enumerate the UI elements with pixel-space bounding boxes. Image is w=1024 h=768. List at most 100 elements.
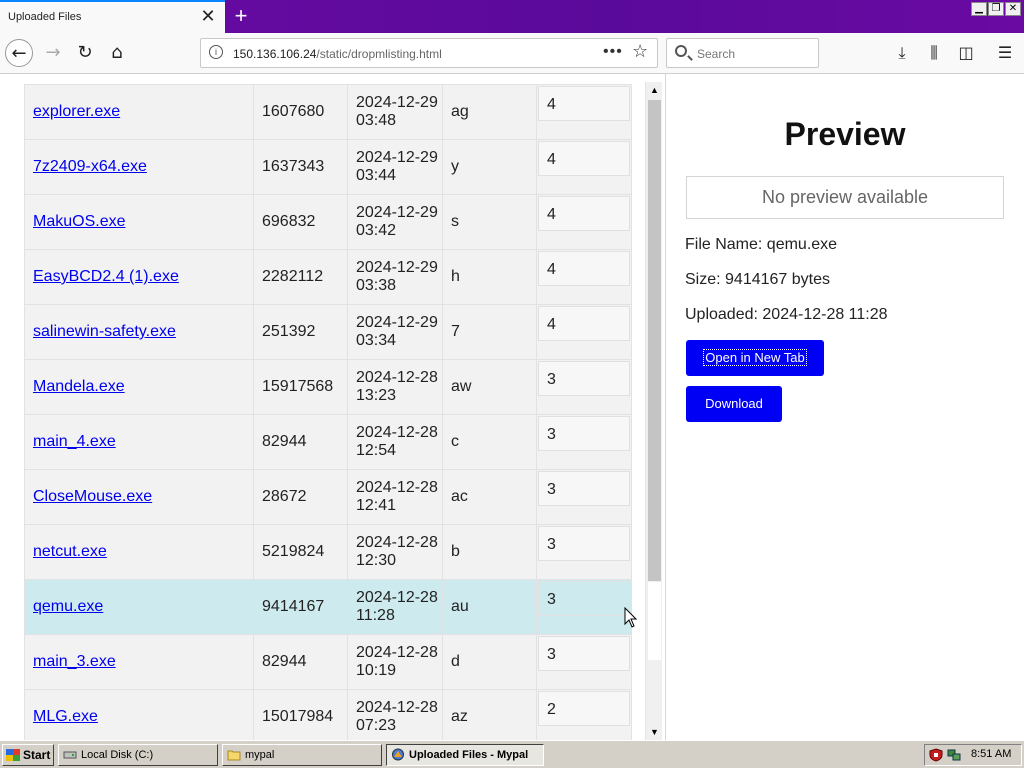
task-uploaded-files-mypal[interactable]: Uploaded Files - Mypal bbox=[386, 744, 544, 766]
home-icon[interactable]: ⌂ bbox=[103, 39, 131, 67]
file-name-cell: Mandela.exe bbox=[24, 359, 254, 415]
url-host: 150.136.106.24 bbox=[233, 47, 317, 61]
file-link[interactable]: CloseMouse.exe bbox=[33, 488, 152, 505]
count-input[interactable]: 4 bbox=[538, 251, 630, 286]
file-link[interactable]: Mandela.exe bbox=[33, 378, 125, 395]
task-label-local-disk: Local Disk (C:) bbox=[81, 749, 154, 761]
count-input[interactable]: 4 bbox=[538, 141, 630, 176]
back-arrow-icon[interactable]: ← bbox=[5, 39, 33, 67]
file-link[interactable]: explorer.exe bbox=[33, 103, 120, 120]
file-date: 2024-12-28 bbox=[356, 424, 438, 441]
download-icon[interactable]: ⤓ bbox=[889, 39, 915, 67]
scrollbar-track[interactable] bbox=[648, 582, 661, 660]
file-list-panel: explorer.exe 1607680 2024-12-29 03:48 ag 4 7z2… bbox=[0, 74, 665, 740]
count-input[interactable]: 3 bbox=[538, 361, 630, 396]
file-link[interactable]: EasyBCD2.4 (1).exe bbox=[33, 268, 179, 285]
table-row[interactable]: CloseMouse.exe 28672 2024-12-28 12:41 ac 3 bbox=[24, 469, 632, 525]
file-link[interactable]: netcut.exe bbox=[33, 543, 107, 560]
mouse-cursor-icon bbox=[624, 607, 638, 628]
file-date-cell: 2024-12-29 03:44 bbox=[347, 139, 443, 195]
library-icon[interactable]: ⫼ bbox=[921, 39, 947, 67]
table-row[interactable]: main_4.exe 82944 2024-12-28 12:54 c 3 bbox=[24, 414, 632, 470]
open-in-new-tab-label: Open in New Tab bbox=[703, 349, 807, 366]
file-date-cell: 2024-12-29 03:48 bbox=[347, 84, 443, 140]
task-local-disk[interactable]: Local Disk (C:) bbox=[58, 744, 218, 766]
file-date-cell: 2024-12-29 03:38 bbox=[347, 249, 443, 305]
reload-icon[interactable]: ↻ bbox=[71, 39, 99, 67]
count-input[interactable]: 4 bbox=[538, 86, 630, 121]
table-row[interactable]: salinewin-safety.exe 251392 2024-12-29 03:3… bbox=[24, 304, 632, 360]
restore-icon[interactable]: ❐ bbox=[988, 2, 1004, 16]
forward-arrow-icon[interactable]: → bbox=[39, 39, 67, 67]
file-date-cell: 2024-12-28 12:30 bbox=[347, 524, 443, 580]
count-input[interactable]: 3 bbox=[538, 581, 630, 616]
table-row[interactable]: MakuOS.exe 696832 2024-12-29 03:42 s 4 bbox=[24, 194, 632, 250]
system-tray: 8:51 AM bbox=[924, 744, 1022, 766]
file-link[interactable]: main_3.exe bbox=[33, 653, 116, 670]
menu-icon[interactable]: ☰ bbox=[992, 39, 1018, 67]
download-button[interactable]: Download bbox=[686, 386, 782, 422]
file-name-info: File Name: qemu.exe bbox=[685, 236, 838, 253]
close-tab-icon[interactable]: ✕ bbox=[198, 6, 218, 26]
file-count-cell: 3 bbox=[536, 469, 632, 525]
file-date-cell: 2024-12-28 07:23 bbox=[347, 689, 443, 740]
page-actions-icon[interactable]: ••• bbox=[603, 43, 623, 61]
file-link[interactable]: 7z2409-x64.exe bbox=[33, 158, 147, 175]
file-name-cell: main_4.exe bbox=[24, 414, 254, 470]
network-icon[interactable] bbox=[947, 748, 961, 762]
file-date: 2024-12-28 bbox=[356, 534, 438, 551]
file-time: 03:38 bbox=[356, 277, 397, 294]
url-text[interactable]: 150.136.106.24/static/dropmlisting.html bbox=[233, 47, 442, 61]
open-in-new-tab-button[interactable]: Open in New Tab bbox=[686, 340, 824, 376]
tab-uploaded-files[interactable]: Uploaded Files ✕ bbox=[0, 0, 225, 33]
file-code-cell: d bbox=[442, 634, 537, 690]
table-row[interactable]: 7z2409-x64.exe 1637343 2024-12-29 03:44 y 4 bbox=[24, 139, 632, 195]
table-row[interactable]: main_3.exe 82944 2024-12-28 10:19 d 3 bbox=[24, 634, 632, 690]
security-shield-icon[interactable] bbox=[929, 748, 943, 762]
file-time: 03:48 bbox=[356, 112, 397, 129]
count-input[interactable]: 4 bbox=[538, 196, 630, 231]
url-bar[interactable]: i 150.136.106.24/static/dropmlisting.htm… bbox=[200, 38, 658, 68]
table-row[interactable]: netcut.exe 5219824 2024-12-28 12:30 b 3 bbox=[24, 524, 632, 580]
table-row[interactable]: explorer.exe 1607680 2024-12-29 03:48 ag 4 bbox=[24, 84, 632, 140]
table-row[interactable]: qemu.exe 9414167 2024-12-28 11:28 au 3 bbox=[24, 579, 632, 635]
file-date: 2024-12-28 bbox=[356, 369, 438, 386]
info-icon[interactable]: i bbox=[209, 45, 223, 59]
start-button[interactable]: Start bbox=[2, 744, 54, 766]
table-row[interactable]: MLG.exe 15017984 2024-12-28 07:23 az 2 bbox=[24, 689, 632, 740]
file-date: 2024-12-29 bbox=[356, 314, 438, 331]
file-size-cell: 696832 bbox=[253, 194, 348, 250]
scroll-down-arrow-icon[interactable]: ▼ bbox=[646, 724, 663, 740]
count-input[interactable]: 3 bbox=[538, 636, 630, 671]
file-link[interactable]: qemu.exe bbox=[33, 598, 103, 615]
scrollbar-thumb[interactable] bbox=[648, 100, 661, 581]
count-input[interactable]: 2 bbox=[538, 691, 630, 726]
file-link[interactable]: MakuOS.exe bbox=[33, 213, 125, 230]
file-count-cell: 4 bbox=[536, 304, 632, 360]
count-input[interactable]: 3 bbox=[538, 471, 630, 506]
file-date-cell: 2024-12-28 12:54 bbox=[347, 414, 443, 470]
task-mypal-folder[interactable]: mypal bbox=[222, 744, 382, 766]
sidebar-icon[interactable]: ◫ bbox=[953, 39, 979, 67]
file-link[interactable]: main_4.exe bbox=[33, 433, 116, 450]
file-link[interactable]: salinewin-safety.exe bbox=[33, 323, 176, 340]
bookmark-star-icon[interactable]: ☆ bbox=[632, 41, 648, 62]
table-row[interactable]: Mandela.exe 15917568 2024-12-28 13:23 aw 3 bbox=[24, 359, 632, 415]
file-table: explorer.exe 1607680 2024-12-29 03:48 ag 4 7z2… bbox=[24, 84, 632, 740]
file-size-cell: 82944 bbox=[253, 414, 348, 470]
count-input[interactable]: 3 bbox=[538, 416, 630, 451]
close-window-icon[interactable]: ✕ bbox=[1005, 2, 1021, 16]
count-input[interactable]: 4 bbox=[538, 306, 630, 341]
minimize-icon[interactable]: ▁ bbox=[971, 2, 987, 16]
search-input[interactable]: Search bbox=[666, 38, 819, 68]
folder-icon bbox=[227, 750, 241, 761]
count-input[interactable]: 3 bbox=[538, 526, 630, 561]
file-link[interactable]: MLG.exe bbox=[33, 708, 98, 725]
scroll-up-arrow-icon[interactable]: ▲ bbox=[646, 82, 663, 98]
new-tab-button[interactable]: + bbox=[229, 2, 253, 30]
table-row[interactable]: EasyBCD2.4 (1).exe 2282112 2024-12-29 03:38… bbox=[24, 249, 632, 305]
file-size-cell: 2282112 bbox=[253, 249, 348, 305]
file-date: 2024-12-28 bbox=[356, 644, 438, 661]
file-time: 13:23 bbox=[356, 387, 397, 404]
vertical-scrollbar[interactable]: ▲ ▼ bbox=[645, 82, 662, 740]
